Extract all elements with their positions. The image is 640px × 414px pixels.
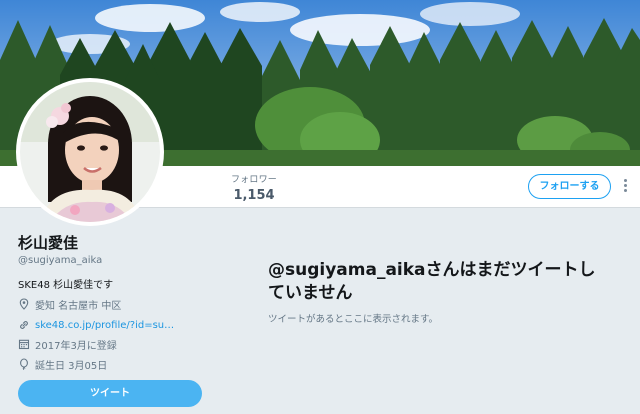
profile-bio: SKE48 杉山愛佳です: [18, 280, 114, 291]
avatar-image: [20, 82, 160, 222]
empty-timeline-subtitle: ツイートがあるとここに表示されます。: [268, 314, 439, 325]
profile-location: 愛知 名古屋市 中区: [18, 297, 122, 312]
location-pin-icon: [19, 298, 29, 310]
balloon-icon: [20, 358, 28, 370]
profile-url[interactable]: ske48.co.jp/profile/?id=su…: [18, 318, 174, 332]
vertical-dots-icon[interactable]: [622, 179, 628, 195]
followers-count: 1,154: [233, 188, 275, 203]
empty-timeline-title: @sugiyama_aikaさんはまだツイートしていません: [268, 260, 596, 303]
profile-name: 杉山愛佳: [18, 234, 79, 252]
profile-handle: @sugiyama_aika: [18, 255, 103, 266]
birthday-text: 誕生日 3月05日: [35, 360, 108, 372]
follow-button[interactable]: フォローする: [528, 174, 611, 199]
followers-stat[interactable]: フォロワー 1,154: [226, 172, 282, 203]
calendar-icon: [18, 339, 30, 350]
location-text: 愛知 名古屋市 中区: [35, 300, 122, 312]
tweet-button[interactable]: ツイート: [18, 380, 202, 407]
joined-text: 2017年3月に登録: [35, 340, 117, 352]
avatar[interactable]: [16, 78, 164, 226]
profile-joined: 2017年3月に登録: [18, 337, 117, 352]
profile-birthday: 誕生日 3月05日: [18, 357, 108, 372]
followers-label: フォロワー: [230, 175, 277, 185]
url-text[interactable]: ske48.co.jp/profile/?id=su…: [35, 320, 174, 331]
link-icon: [20, 321, 28, 329]
